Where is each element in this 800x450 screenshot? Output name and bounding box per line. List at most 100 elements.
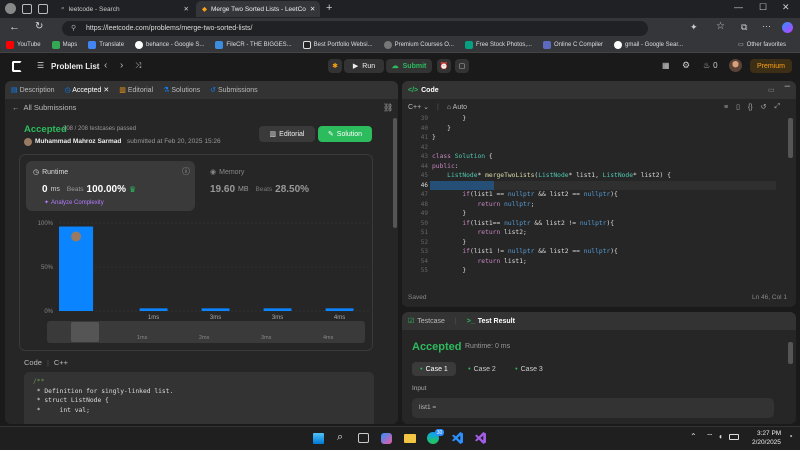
solution-button[interactable]: ✎ Solution <box>318 126 372 142</box>
tab-search[interactable]: ⌕ leetcode - Search ✕ <box>55 1 195 17</box>
bookmark-filecr[interactable]: FileCR - THE BIGGES... <box>215 41 292 49</box>
format-icon[interactable]: ≡ <box>724 104 728 111</box>
tray-chevron-icon[interactable]: ⌃ <box>690 432 697 441</box>
menu-icon[interactable]: ⋯ <box>762 21 771 32</box>
run-button[interactable]: ▶ Run <box>344 59 384 73</box>
case-3-tab[interactable]: • Case 3 <box>509 362 549 376</box>
notes-button[interactable]: ▢ <box>455 59 469 73</box>
new-tab-button[interactable]: + <box>326 2 332 14</box>
start-icon[interactable] <box>313 433 324 444</box>
case-1-tab[interactable]: • Case 1 <box>412 362 456 376</box>
bookmark-youtube[interactable]: YouTube <box>6 41 41 49</box>
timer-button[interactable]: ⏰ <box>437 59 451 73</box>
reload-icon[interactable]: ↻ <box>35 21 43 32</box>
reset-icon[interactable]: ↺ <box>761 103 767 111</box>
streak-counter[interactable]: ♨ 0 <box>703 61 718 70</box>
extension-icon[interactable]: ✦ <box>690 22 698 33</box>
bookmark-gmail[interactable]: gmail - Google Sear... <box>614 41 683 49</box>
premium-button[interactable]: Premium <box>750 59 792 73</box>
favorites-icon[interactable]: ☆ <box>716 21 725 32</box>
site-info-icon[interactable]: ⚲ <box>71 21 76 36</box>
tab-description[interactable]: ▤ Description <box>11 86 55 94</box>
expand-icon[interactable]: ▭ <box>768 86 775 94</box>
profile-icon[interactable] <box>5 3 16 14</box>
bookmark-stock-photos[interactable]: Free Stock Photos,... <box>464 41 532 49</box>
all-submissions-link[interactable]: ← All Submissions <box>12 103 76 112</box>
minimize-icon[interactable]: — <box>734 2 743 12</box>
workspaces-icon[interactable] <box>22 4 32 14</box>
url-bar[interactable]: ⚲ https://leetcode.com/problems/merge-tw… <box>62 21 648 36</box>
copilot-icon[interactable] <box>782 22 793 33</box>
next-problem-icon[interactable]: › <box>120 60 123 71</box>
pexels-icon <box>464 41 473 49</box>
tab-actions-icon[interactable] <box>38 4 48 14</box>
runtime-distribution-chart[interactable]: 100%50%0%1ms 3ms 3ms 4ms <box>21 217 373 337</box>
case-2-tab[interactable]: • Case 2 <box>462 362 502 376</box>
task-view-icon[interactable] <box>358 433 369 443</box>
bookmark-premium-courses[interactable]: Premium Courses O... <box>383 41 454 49</box>
visual-studio-icon[interactable] <box>475 432 486 444</box>
bookmark-icon[interactable]: ▯ <box>736 103 740 111</box>
tab-solutions[interactable]: ⚗ Solutions <box>163 86 200 94</box>
tab-accepted[interactable]: ◷ Accepted ✕ <box>65 86 110 94</box>
tab-testcase[interactable]: ☑ Testcase <box>408 317 445 326</box>
volume-icon[interactable]: ◖ <box>718 432 723 441</box>
tab-leetcode[interactable]: ◆ Merge Two Sorted Lists - LeetCo ✕ <box>196 1 320 17</box>
back-icon[interactable]: ← <box>9 21 20 33</box>
wifi-icon[interactable]: ⌔ <box>706 432 714 442</box>
close-icon[interactable]: ✕ <box>310 5 315 13</box>
copilot-taskbar-icon[interactable] <box>381 433 392 444</box>
tab-editorial[interactable]: ▥ Editorial <box>119 86 153 94</box>
submitted-code-block[interactable]: /** * Definition for singly-linked list.… <box>24 372 374 424</box>
battery-icon[interactable] <box>729 434 739 440</box>
bookmark-translate[interactable]: Translate <box>88 41 124 49</box>
tab-code[interactable]: </> Code <box>408 87 439 94</box>
avatar[interactable] <box>729 59 742 72</box>
notifications-icon[interactable]: ◔ <box>788 432 793 441</box>
code-editor[interactable]: 39 40 41 42 43 44 45 46 47 48 49 50 51 52 53 54 55 } }} … <box>402 114 796 294</box>
other-favorites[interactable]: ▭ Other favorites <box>738 41 786 49</box>
brackets-icon[interactable]: {} <box>748 104 753 111</box>
maximize-icon[interactable]: ☐ <box>759 2 767 13</box>
clock-time[interactable]: 3:27 PM <box>757 430 781 437</box>
collections-icon[interactable]: ⧉ <box>741 22 747 33</box>
bookmark-online-c[interactable]: Online C Compiler <box>542 41 603 49</box>
bookmark-behance[interactable]: behance - Google S... <box>135 41 204 49</box>
tab-test-result[interactable]: >_ Test Result <box>467 318 515 325</box>
chart-bar <box>201 308 230 311</box>
bookmark-maps[interactable]: Maps <box>51 41 77 49</box>
memory-box[interactable]: ◉ Memory 19.60 MB Beats 28.50% <box>203 161 368 211</box>
window-close-icon[interactable]: ✕ <box>782 2 790 13</box>
editorial-button[interactable]: ▥ Editorial <box>259 126 315 142</box>
fullscreen-icon[interactable]: ⤢ <box>775 103 781 111</box>
info-icon[interactable]: ⓘ <box>182 166 190 177</box>
prev-problem-icon[interactable]: ‹ <box>104 60 107 71</box>
test-scrollbar[interactable] <box>788 342 793 364</box>
file-explorer-icon[interactable] <box>404 434 416 443</box>
user-avatar <box>24 138 32 146</box>
close-icon[interactable]: ✕ <box>184 5 189 13</box>
left-scrollbar[interactable] <box>393 118 397 228</box>
settings-icon[interactable]: ⚙ <box>682 60 690 71</box>
y-tick-label: 0% <box>44 309 53 315</box>
language-select[interactable]: C++ ⌄ <box>408 103 429 111</box>
input-value-box[interactable]: list1 = <box>412 398 774 418</box>
debug-button[interactable]: ✱ <box>328 59 342 73</box>
search-icon[interactable]: ⌕ <box>337 431 343 444</box>
runtime-box[interactable]: ◷ Runtime ⓘ 0 ms Beats 100.00% ♛ ✦ Analyze… <box>26 161 195 211</box>
clock-date[interactable]: 2/20/2025 <box>752 439 781 446</box>
tab-submissions[interactable]: ↺ Submissions <box>210 86 258 94</box>
close-panel-icon[interactable]: ▔ <box>785 86 790 94</box>
share-icon[interactable]: ⛓ <box>383 103 393 112</box>
leetcode-logo-icon[interactable] <box>12 61 22 72</box>
bookmark-portfolio[interactable]: Best Portfolio Websi... <box>302 41 373 49</box>
shuffle-icon[interactable]: ⤨ <box>135 61 141 71</box>
submit-button[interactable]: ☁ Submit <box>386 59 432 73</box>
problem-list-link[interactable]: Problem List <box>51 62 99 71</box>
analyze-complexity-link[interactable]: ✦ Analyze Complexity <box>44 199 104 207</box>
submitter-name[interactable]: Muhammad Mahroz Sarmad <box>35 138 121 145</box>
layout-icon[interactable]: ▦ <box>662 61 670 70</box>
auto-mode-toggle[interactable]: ⌂ Auto <box>447 104 467 111</box>
vscode-icon[interactable] <box>452 432 463 444</box>
editor-scrollbar[interactable] <box>788 118 793 158</box>
